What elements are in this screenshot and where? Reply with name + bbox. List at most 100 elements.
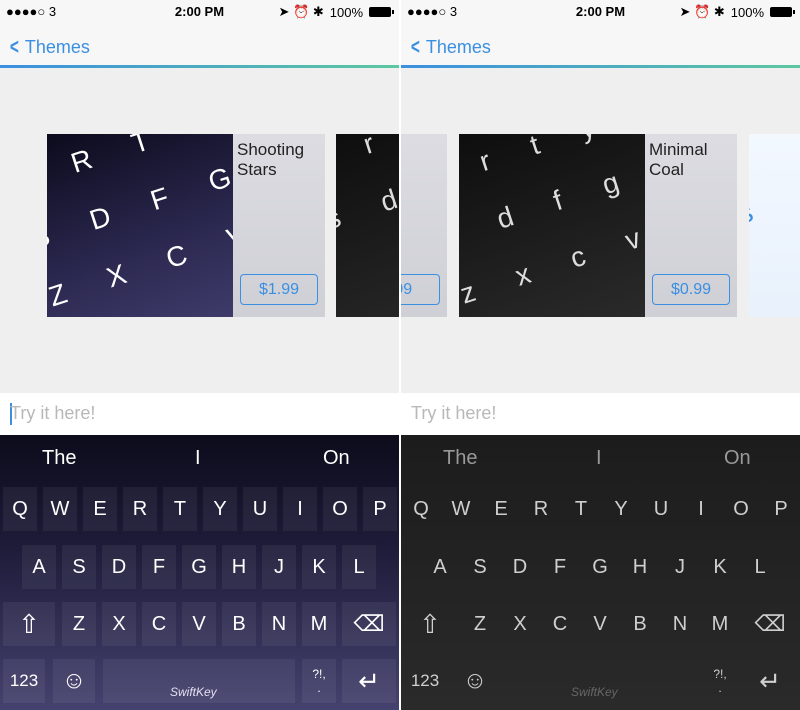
theme-card[interactable]: es xyxy=(749,134,800,317)
key-f[interactable]: F xyxy=(142,545,176,589)
battery-icon xyxy=(369,7,394,17)
key-t[interactable]: T xyxy=(564,487,598,531)
status-right: ➤ ⏰ ✱ 100% xyxy=(680,4,795,20)
chevron-left-icon: < xyxy=(9,34,19,59)
theme-info: Shooting Stars $1.99 xyxy=(233,134,325,317)
text-input[interactable]: Try it here! xyxy=(0,393,399,435)
text-input[interactable]: Try it here! xyxy=(401,393,800,435)
theme-card[interactable]: e rs d xyxy=(336,134,399,317)
status-bar: ●●●●○ 3 2:00 PM ➤ ⏰ ✱ 100% xyxy=(0,0,399,22)
key-g[interactable]: G xyxy=(182,545,216,589)
back-label: Themes xyxy=(425,36,491,57)
key-v[interactable]: V xyxy=(583,602,617,646)
nav-accent-line xyxy=(0,65,399,68)
emoji-icon[interactable]: ☺ xyxy=(454,659,496,703)
key-q[interactable]: Q xyxy=(3,487,37,531)
key-d[interactable]: D xyxy=(503,545,537,589)
theme-card[interactable]: e r t ys d f g hz x c vMinimal Coal $0.99 xyxy=(459,134,737,317)
key-e[interactable]: E xyxy=(83,487,117,531)
price-button[interactable]: $1.99 xyxy=(240,274,318,305)
battery-icon xyxy=(770,7,795,17)
price-button[interactable]: $0.99 xyxy=(652,274,730,305)
return-icon[interactable]: ↵ xyxy=(342,659,396,703)
key-o[interactable]: O xyxy=(724,487,758,531)
numbers-key[interactable]: 123 xyxy=(3,659,45,703)
key-b[interactable]: B xyxy=(623,602,657,646)
key-s[interactable]: S xyxy=(62,545,96,589)
key-c[interactable]: C xyxy=(543,602,577,646)
key-m[interactable]: M xyxy=(302,602,336,646)
key-l[interactable]: L xyxy=(342,545,376,589)
price-button[interactable]: .99 xyxy=(401,274,440,305)
suggestion[interactable]: I xyxy=(596,447,602,470)
key-f[interactable]: F xyxy=(543,545,577,589)
key-c[interactable]: C xyxy=(142,602,176,646)
suggestion[interactable]: The xyxy=(443,447,477,470)
backspace-icon[interactable]: ⌫ xyxy=(342,602,396,646)
key-w[interactable]: W xyxy=(43,487,77,531)
key-j[interactable]: J xyxy=(262,545,296,589)
theme-info: ting.99 xyxy=(401,134,447,317)
swiftkey-logo: SwiftKey xyxy=(170,685,217,699)
key-v[interactable]: V xyxy=(182,602,216,646)
key-n[interactable]: N xyxy=(663,602,697,646)
shift-icon[interactable]: ⇧ xyxy=(404,602,456,646)
key-u[interactable]: U xyxy=(644,487,678,531)
key-b[interactable]: B xyxy=(222,602,256,646)
key-y[interactable]: Y xyxy=(203,487,237,531)
suggestion[interactable]: On xyxy=(724,447,751,470)
nav-bar: < Themes xyxy=(0,22,399,66)
key-x[interactable]: X xyxy=(503,602,537,646)
key-s[interactable]: S xyxy=(463,545,497,589)
key-y[interactable]: Y xyxy=(604,487,638,531)
numbers-key[interactable]: 123 xyxy=(404,659,446,703)
key-i[interactable]: I xyxy=(283,487,317,531)
key-j[interactable]: J xyxy=(663,545,697,589)
key-k[interactable]: K xyxy=(302,545,336,589)
key-p[interactable]: P xyxy=(764,487,798,531)
key-h[interactable]: H xyxy=(222,545,256,589)
key-r[interactable]: R xyxy=(524,487,558,531)
shift-icon[interactable]: ⇧ xyxy=(3,602,55,646)
back-button[interactable]: < Themes xyxy=(8,34,90,60)
punctuation-key[interactable]: ?!, . xyxy=(302,659,336,703)
key-a[interactable]: A xyxy=(423,545,457,589)
suggestion[interactable]: On xyxy=(323,447,350,470)
battery-percent: 100% xyxy=(730,4,764,20)
key-p[interactable]: P xyxy=(363,487,397,531)
key-i[interactable]: I xyxy=(684,487,718,531)
suggestion[interactable]: I xyxy=(195,447,201,470)
theme-preview[interactable]: E R T Y US D F G HZ X C V xyxy=(47,134,233,317)
key-r[interactable]: R xyxy=(123,487,157,531)
key-a[interactable]: A xyxy=(22,545,56,589)
key-h[interactable]: H xyxy=(623,545,657,589)
key-q[interactable]: Q xyxy=(404,487,438,531)
key-t[interactable]: T xyxy=(163,487,197,531)
key-d[interactable]: D xyxy=(102,545,136,589)
punctuation-key[interactable]: ?!, . xyxy=(703,659,737,703)
key-z[interactable]: Z xyxy=(463,602,497,646)
theme-preview[interactable]: es xyxy=(749,134,800,317)
key-n[interactable]: N xyxy=(262,602,296,646)
back-button[interactable]: < Themes xyxy=(409,34,491,60)
theme-card[interactable]: ting.99 xyxy=(401,134,447,317)
input-placeholder: Try it here! xyxy=(411,403,497,423)
key-l[interactable]: L xyxy=(743,545,777,589)
key-z[interactable]: Z xyxy=(62,602,96,646)
key-g[interactable]: G xyxy=(583,545,617,589)
emoji-icon[interactable]: ☺ xyxy=(53,659,95,703)
return-icon[interactable]: ↵ xyxy=(743,659,797,703)
suggestion[interactable]: The xyxy=(42,447,76,470)
key-e[interactable]: E xyxy=(484,487,518,531)
theme-card[interactable]: E R T Y US D F G HZ X C VShooting Stars $… xyxy=(47,134,325,317)
backspace-icon[interactable]: ⌫ xyxy=(743,602,797,646)
key-o[interactable]: O xyxy=(323,487,357,531)
key-m[interactable]: M xyxy=(703,602,737,646)
key-k[interactable]: K xyxy=(703,545,737,589)
key-w[interactable]: W xyxy=(444,487,478,531)
theme-preview[interactable]: e rs d xyxy=(336,134,399,317)
preview-letters: es xyxy=(749,134,780,244)
key-u[interactable]: U xyxy=(243,487,277,531)
theme-preview[interactable]: e r t ys d f g hz x c v xyxy=(459,134,645,317)
key-x[interactable]: X xyxy=(102,602,136,646)
